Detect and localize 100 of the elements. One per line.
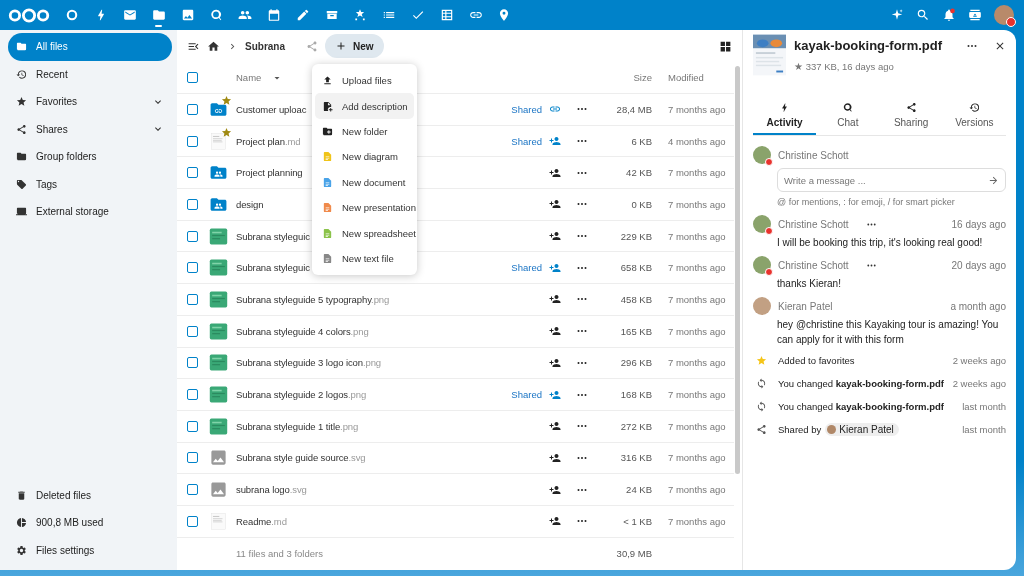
plus-icon — [335, 40, 347, 52]
share-user-icon[interactable] — [549, 230, 561, 243]
file-size: 42 KB — [625, 167, 652, 179]
file-name[interactable]: Project plan.md — [236, 135, 301, 147]
menu-item[interactable]: New presentation — [315, 194, 414, 221]
activity-text: Added to favorites — [778, 355, 855, 366]
sidebar-item[interactable]: Group folders — [8, 143, 172, 171]
total-size: 30,9 MB — [615, 547, 652, 559]
file-name[interactable]: design — [236, 198, 264, 210]
file-name[interactable]: Subrana styleguic — [236, 230, 310, 242]
checkbox[interactable] — [187, 484, 198, 496]
share-user-icon[interactable] — [549, 451, 561, 464]
sidebar-item[interactable]: Files settings — [8, 536, 172, 564]
notification-icon[interactable] — [942, 8, 956, 22]
file-size: 0 KB — [630, 198, 652, 210]
contacts-icon[interactable] — [968, 8, 982, 22]
shared-label[interactable]: Shared — [511, 389, 542, 401]
checkbox[interactable] — [187, 262, 198, 274]
menu-item[interactable]: Add description — [315, 93, 414, 119]
modified-date: 7 months ago — [667, 198, 727, 210]
file-size: 28,4 MB — [615, 103, 652, 115]
file-name[interactable]: Subrana styleguide 1 title.png — [236, 420, 359, 432]
share-user-icon[interactable] — [549, 293, 561, 306]
checkbox[interactable] — [187, 357, 198, 369]
checkbox[interactable] — [187, 135, 198, 147]
name-column-header[interactable]: Name — [236, 72, 262, 83]
menu-item[interactable]: New text file — [315, 245, 414, 272]
share-user-icon[interactable] — [549, 166, 561, 179]
checkbox[interactable] — [187, 167, 198, 179]
close-icon[interactable] — [994, 40, 1006, 52]
file-name[interactable]: Project planning — [236, 167, 303, 179]
file-size: 316 KB — [619, 452, 652, 464]
share-user-icon[interactable] — [549, 198, 561, 211]
home-icon[interactable] — [207, 39, 220, 53]
menu-item[interactable]: New folder — [315, 118, 414, 145]
file-name[interactable]: Subrana styleguide 4 colors.png — [236, 325, 369, 337]
share-user-icon[interactable] — [549, 515, 561, 528]
checkbox[interactable] — [187, 230, 198, 242]
file-name[interactable]: Customer uploac — [236, 103, 307, 115]
sync-icon — [756, 378, 767, 389]
menu-item[interactable]: Upload files — [315, 68, 414, 94]
checkbox[interactable] — [187, 389, 198, 401]
sidebar-item[interactable]: 900,8 MB used — [8, 509, 172, 537]
checkbox[interactable] — [187, 325, 198, 337]
breadcrumb-folder[interactable]: Subrana — [245, 40, 285, 52]
tab[interactable]: Sharing — [879, 98, 943, 135]
sidebar-item[interactable]: All files — [8, 33, 172, 61]
new-button[interactable]: New — [325, 34, 384, 58]
share-user-icon[interactable] — [549, 420, 561, 433]
send-icon[interactable] — [988, 174, 999, 186]
sidebar-item[interactable]: Tags — [8, 170, 172, 198]
tab[interactable]: Versions — [942, 98, 1006, 135]
sidebar-item[interactable]: Deleted files — [8, 481, 172, 509]
file-name[interactable]: Subrana styleguic — [236, 262, 310, 274]
checkbox[interactable] — [187, 198, 198, 210]
user-chip[interactable]: Kieran Patel — [825, 423, 899, 436]
sidebar-item[interactable]: Favorites — [8, 88, 172, 116]
message-field[interactable]: Write a message ... — [777, 168, 1006, 192]
file-name[interactable]: Subrana styleguide 2 logos.png — [236, 389, 367, 401]
shared-label[interactable]: Shared — [511, 103, 542, 115]
sidebar-item[interactable]: Recent — [8, 60, 172, 88]
author-name: Kieran Patel — [778, 300, 833, 312]
file-plus-icon — [322, 100, 333, 112]
share-user-icon[interactable] — [549, 325, 561, 338]
checkbox[interactable] — [187, 72, 198, 83]
file-name[interactable]: Subrana styleguide 5 typography.png — [236, 293, 390, 305]
tab[interactable]: Activity — [753, 98, 817, 135]
checkbox[interactable] — [187, 515, 198, 527]
share-icon[interactable] — [306, 39, 318, 53]
tag-icon — [16, 178, 27, 190]
search-icon[interactable] — [916, 8, 930, 22]
modified-column-header[interactable]: Modified — [652, 72, 734, 83]
share-user-icon[interactable] — [549, 356, 561, 369]
file-size: 168 KB — [619, 389, 652, 401]
checkbox[interactable] — [187, 103, 198, 115]
avatar[interactable] — [994, 5, 1014, 25]
sidebar-item[interactable]: Shares — [8, 115, 172, 143]
image-thumbnail — [209, 416, 228, 436]
menu-item[interactable]: New spreadsheet — [315, 220, 414, 246]
chat-icon — [842, 102, 854, 113]
folder-plus-icon — [322, 125, 333, 137]
share-user-icon[interactable] — [549, 483, 561, 496]
file-name[interactable]: Subrana style guide source.svg — [236, 452, 366, 464]
menu-item[interactable]: New diagram — [315, 144, 414, 170]
sidebar-item[interactable]: External storage — [8, 198, 172, 226]
menu-item[interactable]: New document — [315, 169, 414, 195]
size-column-header[interactable]: Size — [596, 72, 652, 83]
grid-view-icon[interactable] — [719, 39, 732, 53]
file-name[interactable]: Readme.md — [236, 515, 287, 527]
checkbox[interactable] — [187, 293, 198, 305]
checkbox[interactable] — [187, 452, 198, 464]
upload-icon — [322, 75, 333, 87]
file-name[interactable]: Subrana styleguide 3 logo icon.png — [236, 357, 382, 369]
shared-label[interactable]: Shared — [511, 262, 542, 274]
shared-label[interactable]: Shared — [511, 135, 542, 147]
logo-icon[interactable] — [8, 7, 50, 23]
tab[interactable]: Chat — [816, 98, 880, 135]
file-name[interactable]: subrana logo.svg — [236, 484, 307, 496]
checkbox[interactable] — [187, 420, 198, 432]
scrollbar[interactable] — [735, 66, 740, 474]
